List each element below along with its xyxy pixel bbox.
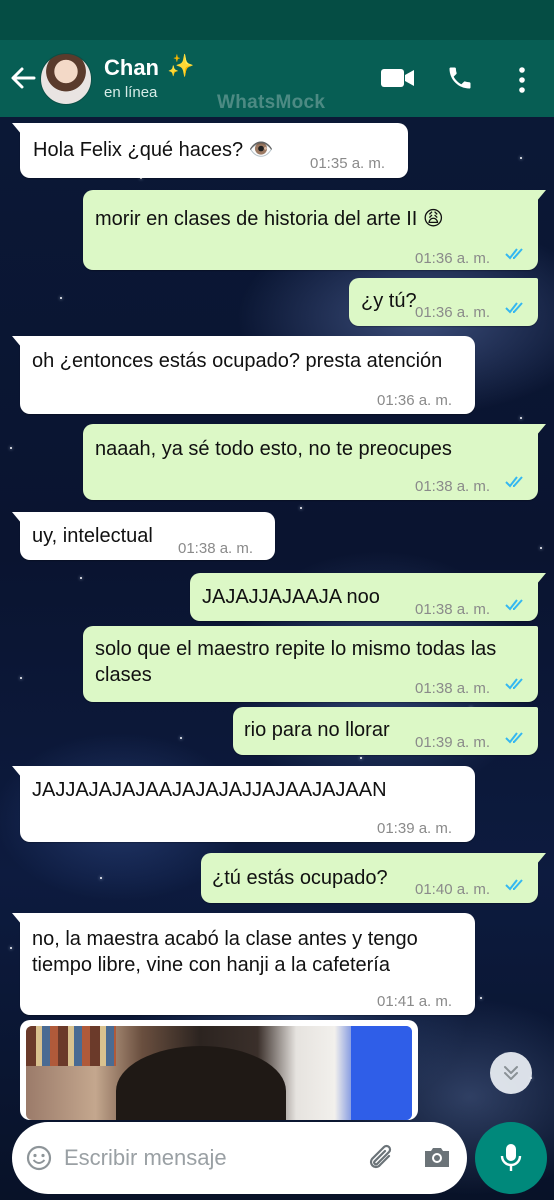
read-ticks-icon — [505, 599, 523, 611]
video-call-icon[interactable] — [380, 66, 416, 90]
message-incoming[interactable]: Hola Felix ¿qué haces? 👁️ 01:35 a. m. — [12, 123, 408, 178]
sparkles-emoji: ✨ — [167, 53, 195, 78]
read-ticks-icon — [505, 476, 523, 488]
message-incoming[interactable]: uy, intelectual 01:38 a. m. — [12, 512, 275, 560]
emoji-icon[interactable] — [26, 1145, 52, 1171]
arrow-left-icon[interactable] — [8, 60, 38, 96]
message-text: no, la maestra acabó la clase antes y te… — [32, 928, 418, 976]
message-time: 01:39 a. m. — [415, 734, 491, 751]
message-time: 01:36 a. m. — [415, 250, 491, 267]
read-ticks-icon — [505, 248, 523, 260]
message-time: 01:41 a. m. — [377, 993, 453, 1010]
message-text: naaah, ya sé todo esto, no te preocupes — [95, 438, 452, 460]
message-incoming[interactable]: JAJJAJAJAJAAJAJAJAJJAJAAJAJAAN 01:39 a. … — [12, 766, 475, 842]
message-outgoing[interactable]: morir en clases de historia del arte II … — [83, 190, 546, 270]
message-time: 01:36 a. m. — [377, 392, 453, 409]
message-time: 01:35 a. m. — [310, 155, 386, 172]
mic-icon — [500, 1144, 522, 1171]
message-text: uy, intelectual — [32, 525, 153, 547]
read-ticks-icon — [505, 732, 523, 744]
read-ticks-icon — [505, 678, 523, 690]
status-bar — [0, 0, 554, 40]
message-time: 01:39 a. m. — [377, 820, 453, 837]
message-time: 01:40 a. m. — [415, 881, 491, 898]
message-time: 01:38 a. m. — [415, 601, 491, 618]
mic-button[interactable] — [475, 1122, 547, 1194]
phone-icon[interactable] — [446, 64, 474, 92]
message-time: 01:38 a. m. — [415, 680, 491, 697]
message-outgoing[interactable]: ¿y tú? 01:36 a. m. — [349, 278, 538, 326]
chevron-double-down-icon — [504, 1066, 518, 1080]
message-input-bar[interactable]: Escribir mensaje — [12, 1122, 467, 1194]
message-text: JAJJAJAJAJAAJAJAJAJJAJAAJAJAAN — [32, 779, 387, 801]
message-text: Hola Felix ¿qué haces? 👁️ — [33, 139, 274, 161]
message-input[interactable]: Escribir mensaje — [64, 1145, 227, 1171]
contact-name[interactable]: Chan — [104, 55, 159, 81]
paperclip-icon[interactable] — [367, 1142, 397, 1174]
photo-thumbnail[interactable] — [26, 1026, 412, 1120]
app-bar: Chan ✨ en línea WhatsMock — [0, 40, 554, 117]
image-message[interactable] — [20, 1020, 418, 1120]
watermark: WhatsMock — [217, 92, 326, 113]
camera-icon[interactable] — [422, 1144, 452, 1170]
message-incoming[interactable]: oh ¿entonces estás ocupado? presta atenc… — [12, 336, 475, 414]
message-outgoing[interactable]: ¿tú estás ocupado? 01:40 a. m. — [201, 853, 546, 903]
message-outgoing[interactable]: rio para no llorar 01:39 a. m. — [233, 707, 538, 755]
message-time: 01:36 a. m. — [415, 304, 491, 321]
message-text: JAJAJJAJAAJA noo — [202, 586, 380, 608]
message-incoming[interactable]: no, la maestra acabó la clase antes y te… — [12, 913, 475, 1015]
message-text: rio para no llorar — [244, 719, 390, 741]
avatar[interactable] — [40, 53, 92, 105]
message-time: 01:38 a. m. — [178, 540, 254, 557]
message-text: morir en clases de historia del arte II … — [95, 208, 444, 230]
message-text: ¿y tú? — [361, 290, 417, 312]
message-text: ¿tú estás ocupado? — [212, 867, 388, 889]
message-outgoing[interactable]: solo que el maestro repite lo mismo toda… — [83, 626, 538, 702]
message-outgoing[interactable]: naaah, ya sé todo esto, no te preocupes … — [83, 424, 546, 500]
presence-status: en línea — [104, 84, 158, 101]
more-vert-icon[interactable] — [516, 66, 528, 94]
message-outgoing[interactable]: JAJAJJAJAAJA noo 01:38 a. m. — [190, 573, 546, 621]
scroll-down-button[interactable] — [490, 1052, 532, 1094]
read-ticks-icon — [505, 302, 523, 314]
read-ticks-icon — [505, 879, 523, 891]
message-text: oh ¿entonces estás ocupado? presta atenc… — [32, 350, 443, 372]
message-time: 01:38 a. m. — [415, 478, 491, 495]
